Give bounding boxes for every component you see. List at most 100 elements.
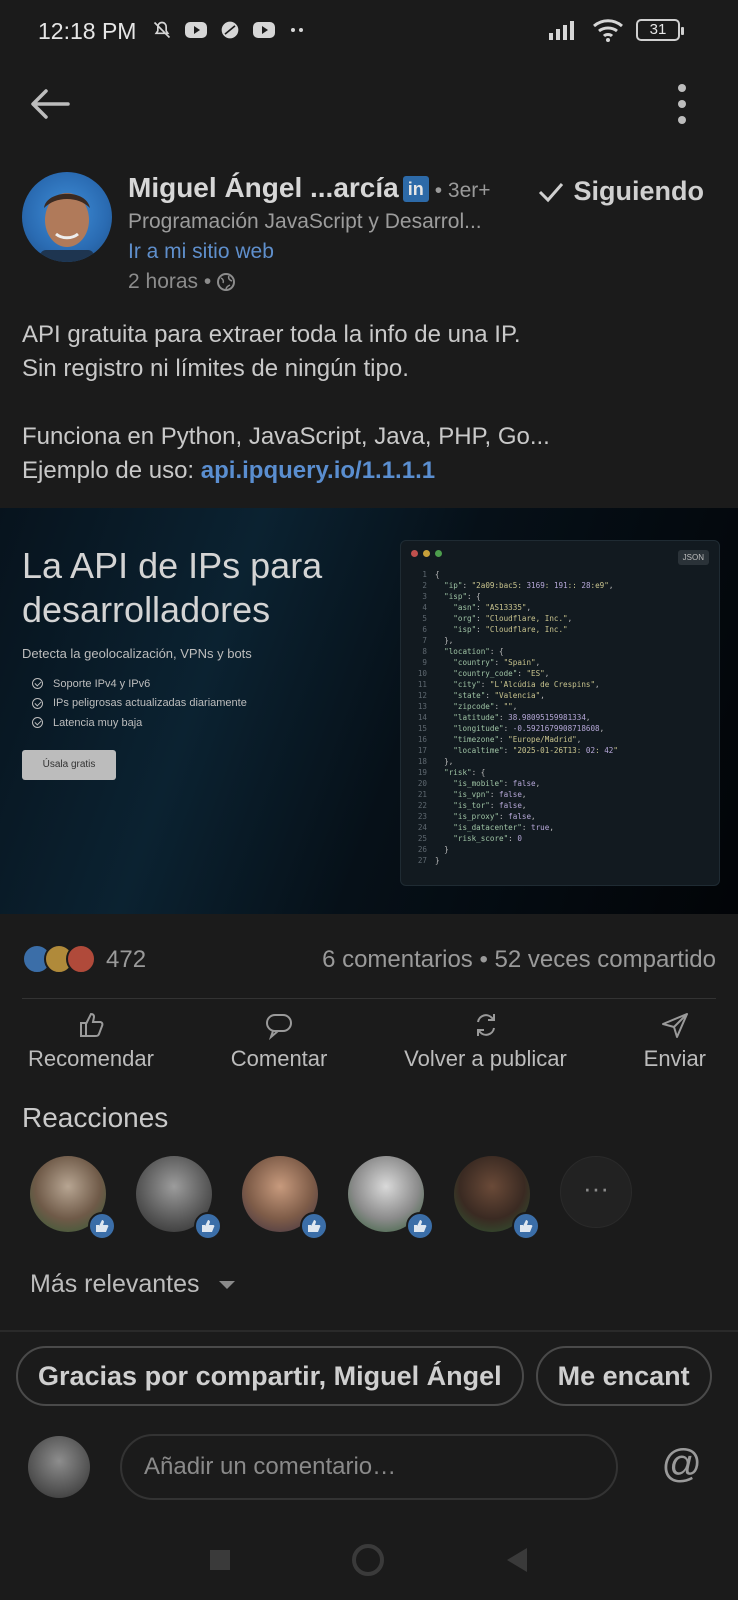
- website-link[interactable]: Ir a mi sitio web: [128, 240, 274, 264]
- image-subtitle: Detecta la geolocalización, VPNs y bots: [22, 646, 252, 661]
- post-prefix: Ejemplo de uso:: [22, 457, 201, 484]
- check-circle-icon: [32, 678, 43, 690]
- post-time: 2 horas •: [128, 270, 236, 294]
- post-image[interactable]: La API de IPs para desarrolladores Detec…: [0, 508, 738, 914]
- reactor-avatar[interactable]: [136, 1156, 222, 1240]
- code-line: 1{: [422, 570, 440, 579]
- code-line: 27}: [417, 856, 440, 865]
- code-line: 11 "city": "L'Alcúdia de Crespins",: [417, 680, 600, 689]
- recommend-label: Recomendar: [28, 1046, 154, 1071]
- feature-item: Latencia muy baja: [32, 713, 247, 733]
- recent-apps-icon[interactable]: [209, 1549, 231, 1571]
- divider: [22, 998, 716, 999]
- wifi-icon: [593, 19, 623, 42]
- post-line: Ejemplo de uso: api.ipquery.io/1.1.1.1: [22, 454, 722, 488]
- code-line: 26 }: [417, 845, 449, 854]
- more-reactors-icon[interactable]: ···: [560, 1156, 632, 1228]
- battery-indicator: 31: [636, 19, 684, 41]
- json-code: 1{2 "ip": "2a09:bac5: 3169: 191:: 28:e9"…: [409, 569, 618, 866]
- reaction-icons[interactable]: [22, 944, 96, 974]
- send-label: Enviar: [643, 1046, 706, 1071]
- back-nav-icon[interactable]: [505, 1547, 529, 1573]
- comment-input[interactable]: Añadir un comentario…: [120, 1434, 618, 1500]
- comment-icon: [266, 1014, 293, 1040]
- code-line: 3 "isp": {: [422, 592, 481, 601]
- comment-label: Comentar: [230, 1046, 328, 1071]
- repost-button[interactable]: Volver a publicar: [404, 1010, 567, 1082]
- code-line: 25 "risk_score": 0: [417, 834, 522, 843]
- minimize-dot: [423, 550, 430, 557]
- home-icon[interactable]: [351, 1543, 385, 1577]
- reactions-heading: Reacciones: [22, 1102, 169, 1133]
- sort-dropdown[interactable]: Más relevantes: [30, 1270, 236, 1299]
- code-line: 14 "latitude": 38.98095159981334,: [417, 713, 591, 722]
- linkedin-icon: in: [402, 176, 429, 202]
- reactor-avatar[interactable]: [242, 1156, 328, 1240]
- send-icon: [661, 1013, 688, 1038]
- window-controls: [411, 550, 442, 557]
- author-name[interactable]: Miguel Ángel ...arcía: [128, 172, 399, 203]
- code-line: 2 "ip": "2a09:bac5: 3169: 191:: 28:e9",: [422, 581, 614, 590]
- image-cta-button: Úsala gratis: [22, 750, 116, 780]
- status-time: 12:18 PM: [38, 18, 137, 44]
- code-window: JSON 1{2 "ip": "2a09:bac5: 3169: 191:: 2…: [400, 540, 720, 886]
- reaction-count[interactable]: 472: [106, 946, 146, 974]
- thumbs-up-icon: [79, 1012, 104, 1037]
- back-arrow-icon[interactable]: [28, 86, 72, 122]
- code-line: 5 "org": "Cloudflare, Inc.",: [422, 614, 573, 623]
- youtube-icon: [253, 22, 275, 38]
- repost-label: Volver a publicar: [404, 1046, 567, 1071]
- code-line: 12 "state": "Valencia",: [417, 691, 545, 700]
- chevron-down-icon: [218, 1280, 235, 1289]
- suggested-reply-chip[interactable]: Gracias por compartir, Miguel Ángel: [16, 1346, 524, 1406]
- app-icon: [221, 21, 239, 39]
- code-line: 19 "risk": {: [417, 768, 486, 777]
- author-name-row[interactable]: Miguel Ángel ...arcía in • 3er+: [128, 172, 491, 204]
- close-dot: [411, 550, 418, 557]
- youtube-icon: [185, 22, 207, 38]
- code-line: 20 "is_mobile": false,: [417, 779, 541, 788]
- check-circle-icon: [32, 717, 43, 729]
- reactor-avatar[interactable]: [30, 1156, 116, 1240]
- author-photo: [40, 193, 94, 262]
- check-circle-icon: [32, 697, 43, 709]
- reactor-avatar[interactable]: [454, 1156, 540, 1240]
- recommend-button[interactable]: Recomendar: [28, 1010, 154, 1082]
- code-line: 7 },: [422, 636, 454, 645]
- post-link[interactable]: api.ipquery.io/1.1.1.1: [201, 457, 435, 484]
- like-badge-icon: [406, 1212, 434, 1240]
- mention-icon[interactable]: @: [661, 1442, 702, 1487]
- json-tag: JSON: [677, 550, 709, 565]
- following-button[interactable]: Siguiendo: [538, 176, 705, 207]
- image-feature-list: Soporte IPv4 y IPv6 IPs peligrosas actua…: [32, 674, 247, 733]
- following-label: Siguiendo: [573, 176, 705, 206]
- reactor-avatar[interactable]: [348, 1156, 434, 1240]
- code-line: 17 "localtime": "2025-01-26T13: 02: 42": [417, 746, 618, 755]
- signal-icon: [549, 21, 574, 40]
- code-line: 24 "is_datacenter": true,: [417, 823, 554, 832]
- more-notifications-icon: [291, 28, 303, 32]
- post-spacer: [22, 386, 722, 420]
- comments-shares[interactable]: 6 comentarios • 52 veces compartido: [322, 946, 716, 974]
- author-avatar[interactable]: [22, 172, 112, 262]
- love-reaction-icon: [66, 944, 96, 974]
- code-line: 6 "isp": "Cloudflare, Inc.": [422, 625, 568, 634]
- system-nav-bar: [0, 1520, 738, 1600]
- my-avatar[interactable]: [28, 1436, 90, 1498]
- connection-degree: • 3er+: [434, 179, 491, 202]
- code-line: 4 "asn": "AS13335",: [422, 603, 532, 612]
- post-line: Sin registro ni límites de ningún tipo.: [22, 355, 409, 382]
- like-badge-icon: [300, 1212, 328, 1240]
- bell-off-icon: [153, 21, 171, 39]
- like-badge-icon: [88, 1212, 116, 1240]
- section-separator: [0, 1330, 738, 1332]
- feature-item: IPs peligrosas actualizadas diariamente: [32, 694, 247, 714]
- comment-button[interactable]: Comentar: [230, 1010, 328, 1082]
- post-line: API gratuita para extraer toda la info d…: [22, 321, 521, 348]
- suggested-reply-chip[interactable]: Me encant: [535, 1346, 712, 1406]
- more-options-icon[interactable]: [676, 82, 688, 126]
- send-button[interactable]: Enviar: [644, 1010, 706, 1082]
- globe-icon: [217, 273, 236, 291]
- feature-label: IPs peligrosas actualizadas diariamente: [53, 697, 247, 710]
- like-badge-icon: [512, 1212, 540, 1240]
